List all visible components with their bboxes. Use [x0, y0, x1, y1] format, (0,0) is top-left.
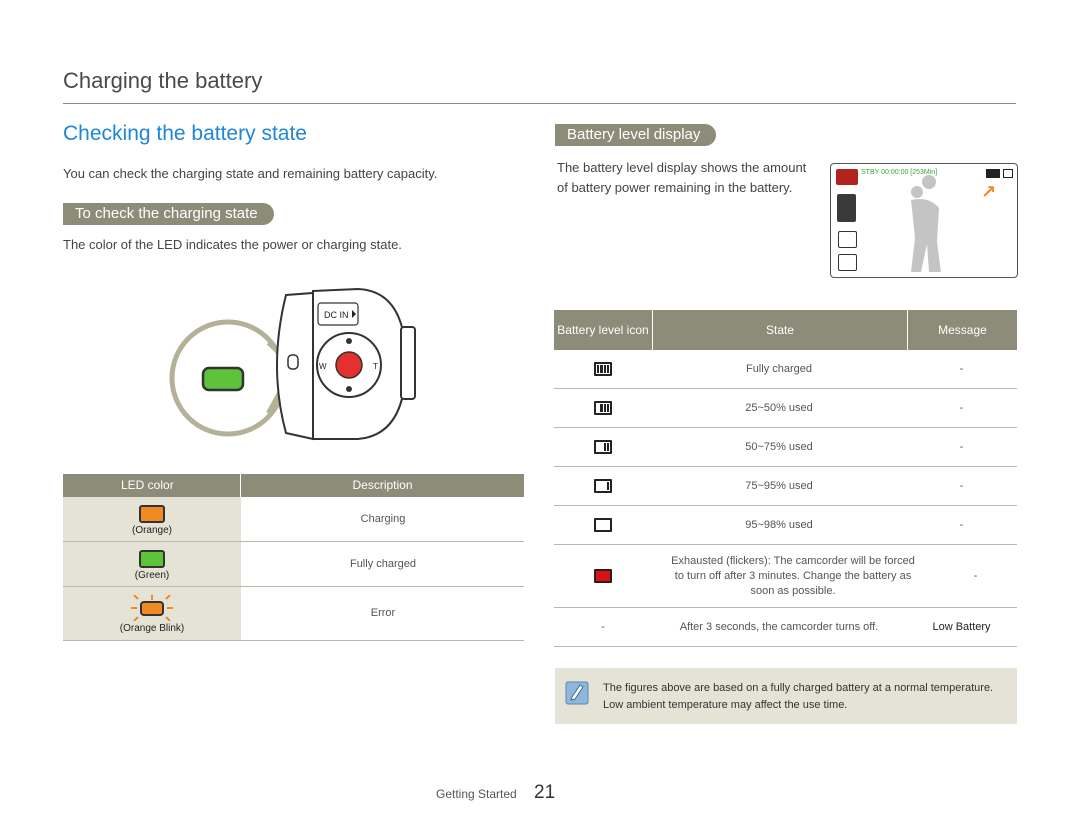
message-header: Message: [938, 323, 987, 337]
battery-message: -: [959, 480, 964, 492]
person-silhouette: [911, 175, 941, 272]
battery-level-header: Battery level icon: [557, 323, 649, 337]
page-title: Charging the battery: [63, 68, 263, 93]
battery-message: -: [959, 363, 964, 375]
battery-level-icon: [594, 518, 612, 532]
led-description: The color of the LED indicates the power…: [63, 237, 402, 252]
table-row: Fully charged -: [554, 350, 1017, 389]
record-button-icon: [335, 351, 363, 379]
table-row: (Orange) Charging: [63, 497, 524, 542]
battery-level-icon: -: [601, 621, 605, 633]
table-row: (Green) Fully charged: [63, 542, 524, 587]
battery-message: -: [959, 519, 964, 531]
card-icon: [986, 169, 1000, 178]
table-row: 25~50% used -: [554, 389, 1017, 428]
battery-table: Battery level icon State Message Fully c…: [554, 310, 1017, 647]
orange-led-icon: [139, 505, 165, 523]
intro-text: You can check the charging state and rem…: [63, 166, 438, 181]
battery-level-icon: [594, 401, 612, 415]
battery-subheading: Battery level display: [555, 124, 717, 146]
led-state: Charging: [360, 513, 406, 525]
title-divider: [63, 103, 1016, 104]
battery-description: The battery level display shows the amou…: [557, 160, 807, 195]
camcorder-mode-icon: [836, 169, 858, 185]
green-led-icon: [201, 366, 245, 392]
battery-message: Low Battery: [932, 621, 991, 633]
table-row: 95~98% used -: [554, 506, 1017, 545]
mode-icon: [837, 194, 856, 222]
led-label: (Green): [134, 570, 170, 581]
led-table: LED color Description (Orange) Charging …: [63, 474, 524, 641]
table-row: Exhausted (flickers): The camcorder will…: [554, 545, 1017, 608]
led-state: Fully charged: [349, 558, 417, 570]
battery-state: 50~75% used: [745, 441, 813, 453]
battery-state: Fully charged: [745, 363, 813, 375]
exhausted-battery-icon: [594, 569, 612, 583]
battery-level-icon: [594, 479, 612, 493]
battery-state: After 3 seconds, the camcorder turns off…: [679, 621, 879, 633]
battery-level-icon: [594, 569, 612, 583]
playback-icon: [838, 254, 857, 271]
led-table-header: LED color Description: [63, 474, 524, 497]
green-led-icon: [139, 550, 165, 568]
table-row: 50~75% used -: [554, 428, 1017, 467]
page-number: 21: [534, 782, 556, 803]
orange-blink-led-icon: [131, 595, 173, 621]
battery-level-icon: [594, 362, 612, 376]
led-state: Error: [370, 607, 396, 619]
state-header: State: [652, 310, 908, 350]
battery-icon: [1003, 169, 1013, 178]
battery-message: -: [959, 441, 964, 453]
note-pencil-icon: [565, 681, 589, 705]
camcorder-illustration: DC IN W T: [169, 287, 416, 441]
zoom-icon: [838, 231, 857, 248]
led-subheading: To check the charging state: [63, 203, 274, 225]
led-description-header: Description: [352, 478, 413, 492]
section-heading: Checking the battery state: [63, 122, 307, 145]
led-label: (Orange): [131, 525, 172, 536]
battery-level-icon: [594, 440, 612, 454]
lcd-screen-illustration: STBY 00:00:00 [253Min] ↗: [830, 163, 1018, 278]
table-row: 75~95% used -: [554, 467, 1017, 506]
battery-state: 75~95% used: [745, 480, 813, 492]
table-row: - After 3 seconds, the camcorder turns of…: [554, 608, 1017, 647]
zoom-t-label: T: [373, 362, 378, 371]
battery-message: -: [959, 402, 964, 414]
led-color-header: LED color: [63, 474, 241, 497]
battery-message: -: [973, 570, 978, 582]
table-row: (Orange Blink) Error: [63, 587, 524, 641]
dc-in-label: DC IN: [324, 310, 349, 320]
arrow-icon: ↗: [981, 182, 997, 202]
zoom-w-label: W: [319, 362, 327, 371]
battery-state: Exhausted (flickers): The camcorder will…: [671, 554, 915, 597]
battery-state: 95~98% used: [745, 519, 813, 531]
footer-section: Getting Started: [436, 787, 517, 801]
led-label: (Orange Blink): [119, 623, 185, 634]
battery-table-header: Battery level icon State Message: [554, 310, 1017, 350]
note-text: The figures above are based on a fully c…: [603, 682, 994, 711]
battery-state: 25~50% used: [745, 402, 813, 414]
